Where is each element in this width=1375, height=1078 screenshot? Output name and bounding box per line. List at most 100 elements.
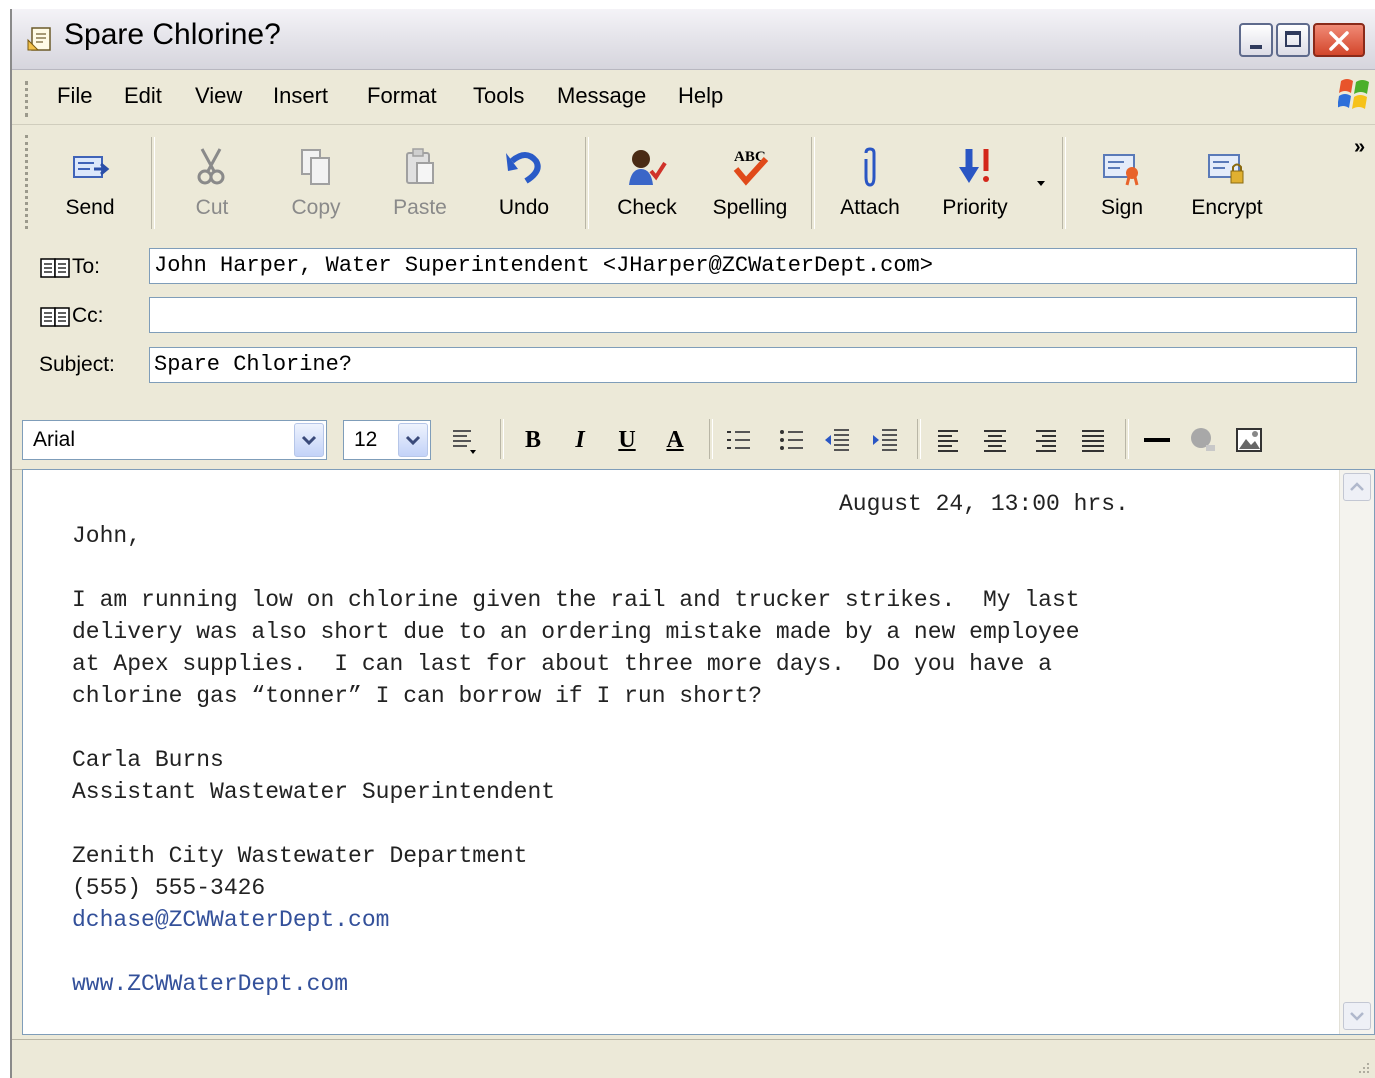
- font-select[interactable]: Arial: [22, 420, 327, 460]
- message-body[interactable]: August 24, 13:00 hrs. John, I am running…: [22, 469, 1375, 1035]
- attach-button[interactable]: Attach: [825, 133, 915, 233]
- paste-button[interactable]: Paste: [375, 133, 465, 233]
- windows-logo-icon: [1338, 79, 1369, 109]
- font-dropdown-button[interactable]: [294, 423, 324, 457]
- priority-label: Priority: [942, 196, 1008, 219]
- address-book-icon[interactable]: [40, 257, 72, 279]
- spelling-label: Spelling: [712, 196, 788, 219]
- chevron-up-icon: [1350, 482, 1364, 491]
- menu-message[interactable]: Message: [557, 83, 646, 109]
- align-left-icon[interactable]: [934, 423, 964, 457]
- bullet-list-icon[interactable]: [777, 423, 807, 457]
- encrypt-label: Encrypt: [1191, 196, 1263, 219]
- resize-grip-icon[interactable]: [1355, 1059, 1371, 1075]
- menu-edit[interactable]: Edit: [124, 83, 162, 109]
- check-label: Check: [617, 196, 677, 219]
- menu-insert[interactable]: Insert: [273, 83, 328, 109]
- priority-button[interactable]: Priority: [930, 133, 1020, 233]
- scissors-icon: [197, 148, 225, 185]
- minimize-icon: [1250, 45, 1262, 49]
- signature-department: Zenith City Wastewater Department: [72, 843, 528, 869]
- underline-button[interactable]: U: [612, 423, 642, 457]
- undo-button[interactable]: Undo: [479, 133, 569, 233]
- message-paragraph-line: I am running low on chlorine given the r…: [72, 587, 1080, 613]
- format-separator: [1125, 419, 1129, 459]
- format-separator: [709, 419, 713, 459]
- status-bar: [12, 1039, 1375, 1078]
- undo-label: Undo: [498, 196, 550, 219]
- font-value: Arial: [33, 428, 76, 451]
- toolbar-separator: [585, 137, 589, 229]
- sign-label: Sign: [1100, 196, 1144, 219]
- menu-grip[interactable]: [25, 81, 31, 117]
- signature-website-link[interactable]: www.ZCWWaterDept.com: [72, 971, 348, 997]
- format-separator: [917, 419, 921, 459]
- paperclip-icon: [864, 147, 876, 187]
- spelling-button[interactable]: ABC Spelling: [705, 133, 795, 233]
- scroll-down-button[interactable]: [1343, 1002, 1371, 1030]
- address-book-icon[interactable]: [40, 306, 72, 328]
- align-center-icon[interactable]: [980, 423, 1010, 457]
- menu-help[interactable]: Help: [678, 83, 723, 109]
- subject-label: Subject:: [39, 353, 115, 376]
- insert-picture-icon[interactable]: [1234, 423, 1264, 457]
- encrypt-button[interactable]: Encrypt: [1182, 133, 1272, 233]
- check-names-button[interactable]: Check: [602, 133, 692, 233]
- hyperlink-icon[interactable]: [1188, 423, 1218, 457]
- maximize-button[interactable]: [1276, 23, 1310, 57]
- chevron-down-icon: [405, 435, 421, 446]
- toolbar-grip[interactable]: [25, 135, 31, 229]
- menu-view[interactable]: View: [195, 83, 242, 109]
- font-color-button[interactable]: A: [660, 423, 690, 457]
- format-separator: [500, 419, 504, 459]
- decrease-indent-icon[interactable]: [822, 423, 852, 457]
- maximize-icon: [1285, 31, 1301, 47]
- cut-label: Cut: [195, 196, 229, 219]
- horizontal-line-icon[interactable]: [1142, 423, 1172, 457]
- vertical-scrollbar[interactable]: [1339, 470, 1374, 1034]
- increase-indent-icon[interactable]: [870, 423, 900, 457]
- font-size-value: 12: [354, 428, 378, 451]
- toolbar-overflow-icon[interactable]: »: [1354, 136, 1365, 159]
- cut-button[interactable]: Cut: [167, 133, 257, 233]
- paragraph-style-icon[interactable]: [449, 423, 479, 457]
- send-button[interactable]: Send: [45, 133, 135, 233]
- paste-label: Paste: [393, 196, 447, 219]
- close-button[interactable]: [1313, 23, 1365, 57]
- cc-field[interactable]: [149, 297, 1357, 333]
- align-right-icon[interactable]: [1030, 423, 1060, 457]
- signature-email-link[interactable]: dchase@ZCWWaterDept.com: [72, 907, 389, 933]
- justify-icon[interactable]: [1078, 423, 1108, 457]
- attach-label: Attach: [840, 196, 900, 219]
- menu-tools[interactable]: Tools: [473, 83, 524, 109]
- message-paragraph-line: delivery was also short due to an orderi…: [72, 619, 1080, 645]
- cc-label[interactable]: Cc:: [72, 304, 104, 328]
- check-names-icon: [629, 150, 667, 185]
- minimize-button[interactable]: [1239, 23, 1273, 57]
- italic-button[interactable]: I: [565, 423, 595, 457]
- message-paragraph-line: at Apex supplies. I can last for about t…: [72, 651, 1052, 677]
- title-bar[interactable]: Spare Chlorine?: [12, 9, 1375, 70]
- to-field[interactable]: John Harper, Water Superintendent <JHarp…: [149, 248, 1357, 284]
- toolbar-separator: [1062, 137, 1066, 229]
- size-dropdown-button[interactable]: [398, 423, 428, 457]
- bold-button[interactable]: B: [518, 423, 548, 457]
- font-size-select[interactable]: 12: [343, 420, 431, 460]
- signature-title: Assistant Wastewater Superintendent: [72, 779, 556, 805]
- priority-dropdown-icon[interactable]: [1035, 179, 1047, 189]
- menu-file[interactable]: File: [57, 83, 92, 109]
- message-paragraph-line: chlorine gas “tonner” I can borrow if I …: [72, 683, 763, 709]
- scroll-up-button[interactable]: [1343, 473, 1371, 501]
- message-greeting: John,: [72, 523, 142, 549]
- sign-button[interactable]: Sign: [1077, 133, 1167, 233]
- subject-field[interactable]: Spare Chlorine?: [149, 347, 1357, 383]
- digital-sign-icon: [1103, 154, 1139, 186]
- compose-window: Spare Chlorine? File Edit View Insert Fo…: [10, 9, 1375, 1078]
- copy-button[interactable]: Copy: [271, 133, 361, 233]
- compose-message-icon: [27, 27, 51, 51]
- to-label[interactable]: To:: [72, 255, 100, 279]
- paste-icon: [406, 148, 434, 184]
- chevron-down-icon: [301, 435, 317, 446]
- numbered-list-icon[interactable]: [724, 423, 754, 457]
- menu-format[interactable]: Format: [367, 83, 437, 109]
